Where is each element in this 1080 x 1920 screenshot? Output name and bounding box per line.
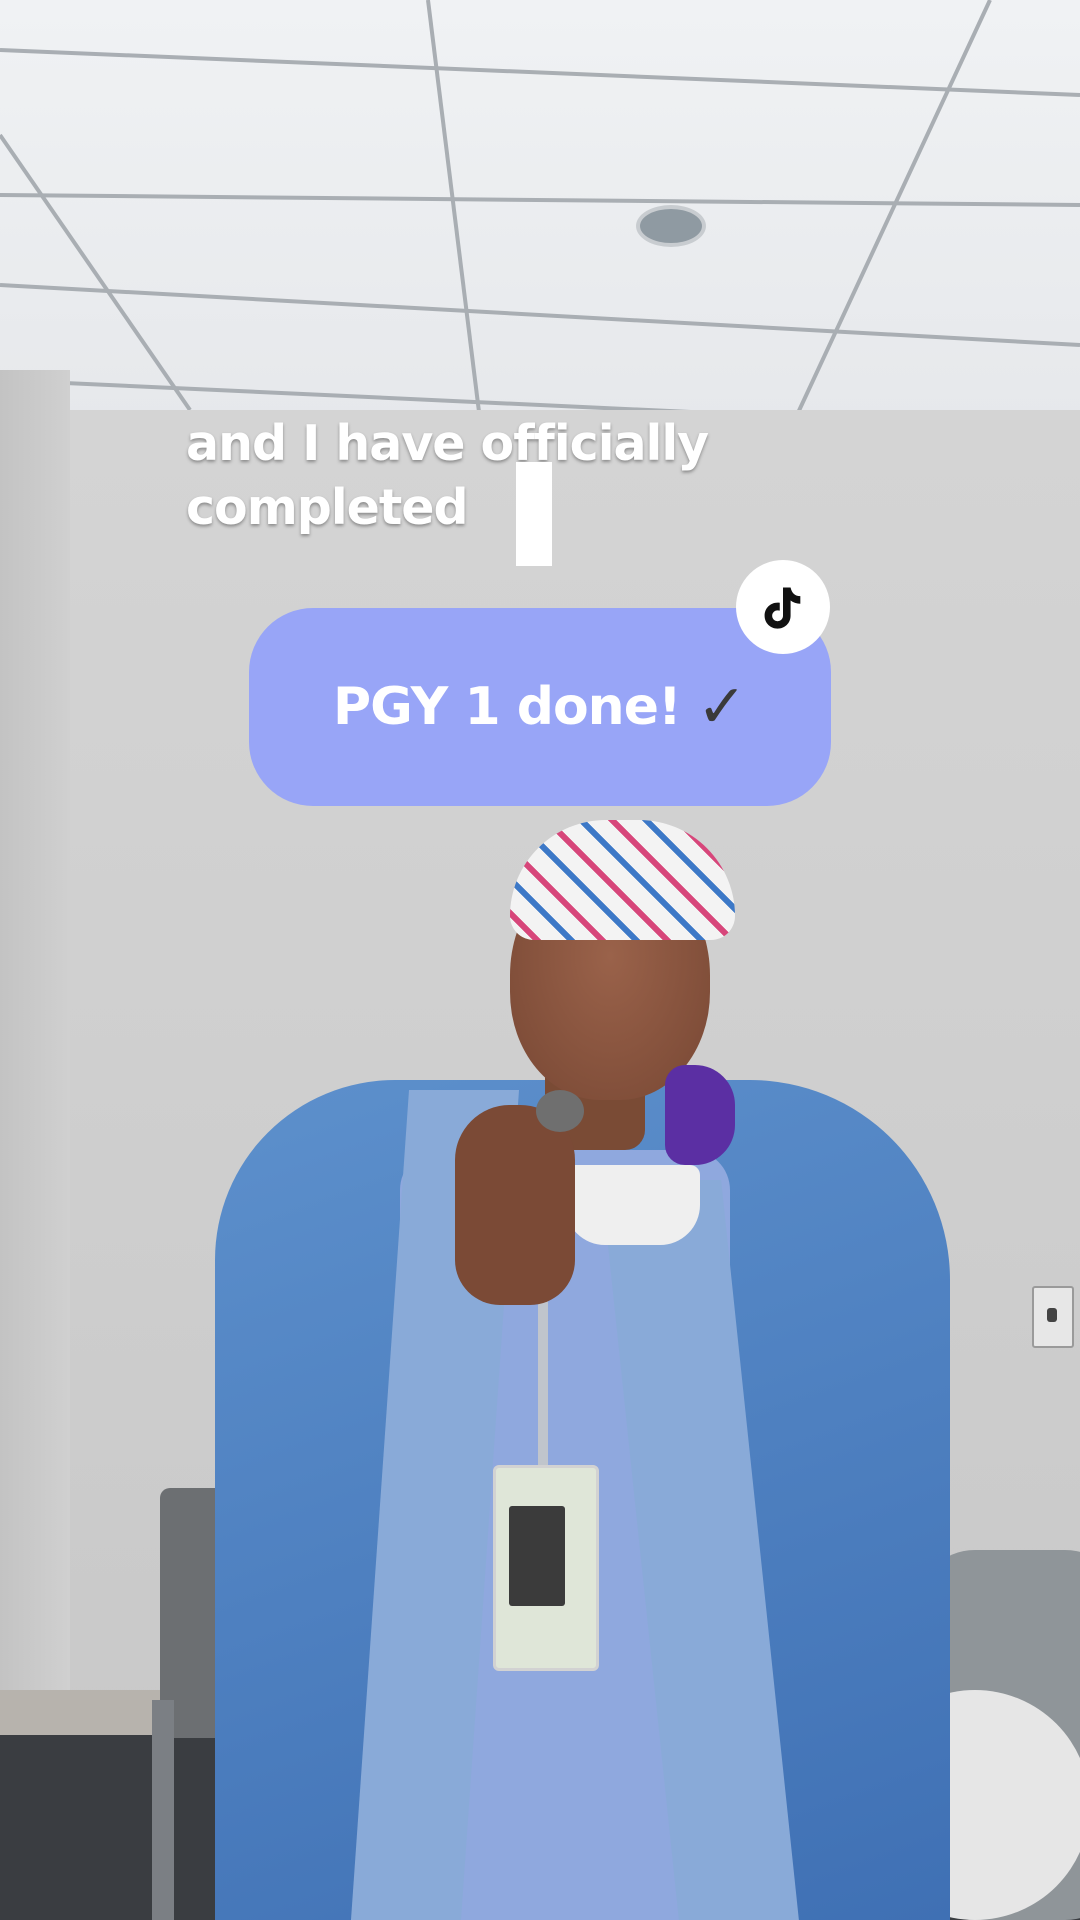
tiktok-logo-icon bbox=[736, 560, 830, 654]
caption-line-2: completed bbox=[186, 479, 469, 536]
caption-line-1: and I have officially bbox=[186, 415, 709, 472]
chair-leg bbox=[152, 1700, 174, 1920]
text-cursor bbox=[516, 462, 552, 566]
ceiling-grid bbox=[0, 0, 1080, 432]
face-mask bbox=[565, 1165, 700, 1245]
wall-column bbox=[0, 370, 70, 1750]
checkmark-icon: ✓ bbox=[696, 672, 747, 742]
lanyard bbox=[538, 1300, 548, 1470]
id-badge bbox=[493, 1465, 599, 1671]
ceiling bbox=[0, 0, 1080, 432]
badge-photo bbox=[509, 1506, 565, 1606]
text-sticker: PGY 1 done! ✓ bbox=[249, 608, 831, 806]
ceiling-light bbox=[636, 205, 706, 247]
scrub-cap-tie bbox=[665, 1065, 735, 1165]
light-switch bbox=[1032, 1286, 1074, 1348]
tiktok-note-icon bbox=[764, 587, 801, 629]
sticker-text: PGY 1 done! bbox=[333, 677, 682, 737]
video-caption: and I have officially completed bbox=[186, 412, 776, 540]
video-frame bbox=[0, 0, 1080, 1920]
microphone-icon bbox=[536, 1090, 584, 1132]
hand bbox=[455, 1105, 575, 1305]
